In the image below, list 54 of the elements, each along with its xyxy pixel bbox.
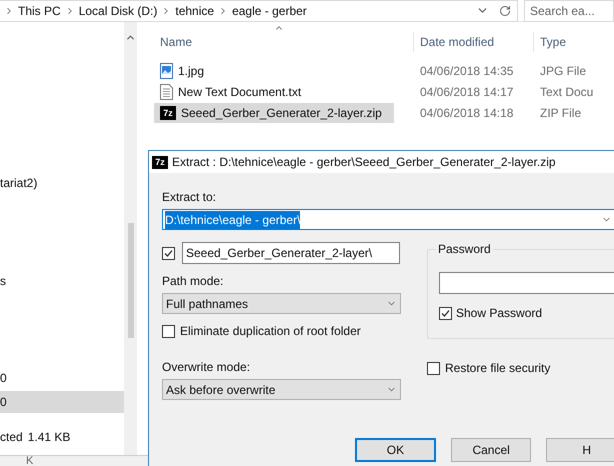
refresh-icon[interactable]	[499, 4, 511, 16]
dialog-title: Extract : D:\tehnice\eagle - gerber\Seeed_Gerber_Generater_2-layer.zip	[172, 154, 556, 171]
archive-icon: 7z	[160, 106, 176, 120]
overwrite-mode-label: Overwrite mode:	[162, 360, 252, 374]
show-password-checkbox[interactable]	[439, 306, 452, 320]
eliminate-duplication-label: Eliminate duplication of root folder	[180, 323, 361, 340]
file-type: Text Docu	[539, 84, 594, 101]
column-header[interactable]: Date modified	[414, 32, 534, 52]
restore-security-checkbox[interactable]	[427, 362, 440, 374]
password-label: Password	[436, 242, 493, 256]
navigation-item[interactable]: 0	[0, 391, 124, 413]
extract-to-combobox[interactable]: D:\tehnice\eagle - gerber\	[162, 209, 614, 230]
dialog-button[interactable]: OK	[355, 438, 436, 462]
file-name: 1.jpg	[178, 63, 204, 80]
path-mode-label: Path mode:	[162, 274, 224, 288]
navigation-item[interactable]: s	[0, 270, 124, 292]
overwrite-mode-select[interactable]: Ask before overwrite	[162, 379, 401, 400]
breadcrumb-item[interactable]: Local Disk (D:)	[78, 2, 158, 20]
navigation-item[interactable]: tariat2)	[0, 172, 124, 194]
breadcrumb-item[interactable]: This PC	[18, 2, 61, 20]
navigation-item[interactable]: 0	[0, 367, 124, 389]
column-header[interactable]: Type	[534, 32, 614, 52]
dialog-button[interactable]: H	[546, 438, 614, 462]
path-mode-select[interactable]: Full pathnames	[162, 293, 401, 314]
file-name: Seeed_Gerber_Generater_2-layer.zip	[181, 105, 382, 122]
file-type: JPG File	[539, 63, 586, 80]
column-header[interactable]: Name	[154, 32, 414, 52]
breadcrumb-item[interactable]: tehnice	[175, 2, 214, 20]
address-bar[interactable]: This PC Local Disk (D:) tehnice eagle - gerber	[0, 0, 518, 22]
password-field[interactable]	[439, 272, 614, 294]
breadcrumb-item[interactable]: eagle - gerber	[232, 2, 307, 20]
eliminate-duplication-checkbox[interactable]	[162, 324, 175, 338]
file-row[interactable]: New Text Document.txt 04/06/2018 14:17 Text Docu	[154, 82, 614, 102]
taskbar-label: K	[26, 456, 34, 466]
scroll-thumb[interactable]	[128, 223, 134, 338]
scrollbar[interactable]	[124, 22, 137, 455]
dialog-button[interactable]: Cancel	[450, 438, 532, 462]
restore-security-label: Restore file security	[445, 360, 550, 377]
file-date: 04/06/2018 14:35	[419, 63, 514, 80]
file-row[interactable]: 1.jpg 04/06/2018 14:35 JPG File	[154, 61, 614, 81]
document-icon	[160, 84, 173, 100]
status-size: 1.41 KB	[28, 429, 70, 446]
extract-to-label: Extract to:	[162, 190, 218, 204]
picture-file-icon	[160, 63, 173, 79]
file-name: New Text Document.txt	[178, 84, 302, 101]
status-selection: cted	[0, 429, 23, 446]
file-date: 04/06/2018 14:18	[419, 105, 514, 122]
archive-icon: 7z	[152, 156, 168, 168]
subfolder-field[interactable]: Seeed_Gerber_Generater_2-layer\	[182, 242, 400, 264]
file-date: 04/06/2018 14:17	[419, 84, 514, 101]
show-password-label: Show Password	[456, 305, 542, 322]
file-type: ZIP File	[539, 105, 582, 122]
subfolder-checkbox[interactable]	[162, 246, 175, 260]
search-field[interactable]: Search ea...	[524, 0, 614, 22]
